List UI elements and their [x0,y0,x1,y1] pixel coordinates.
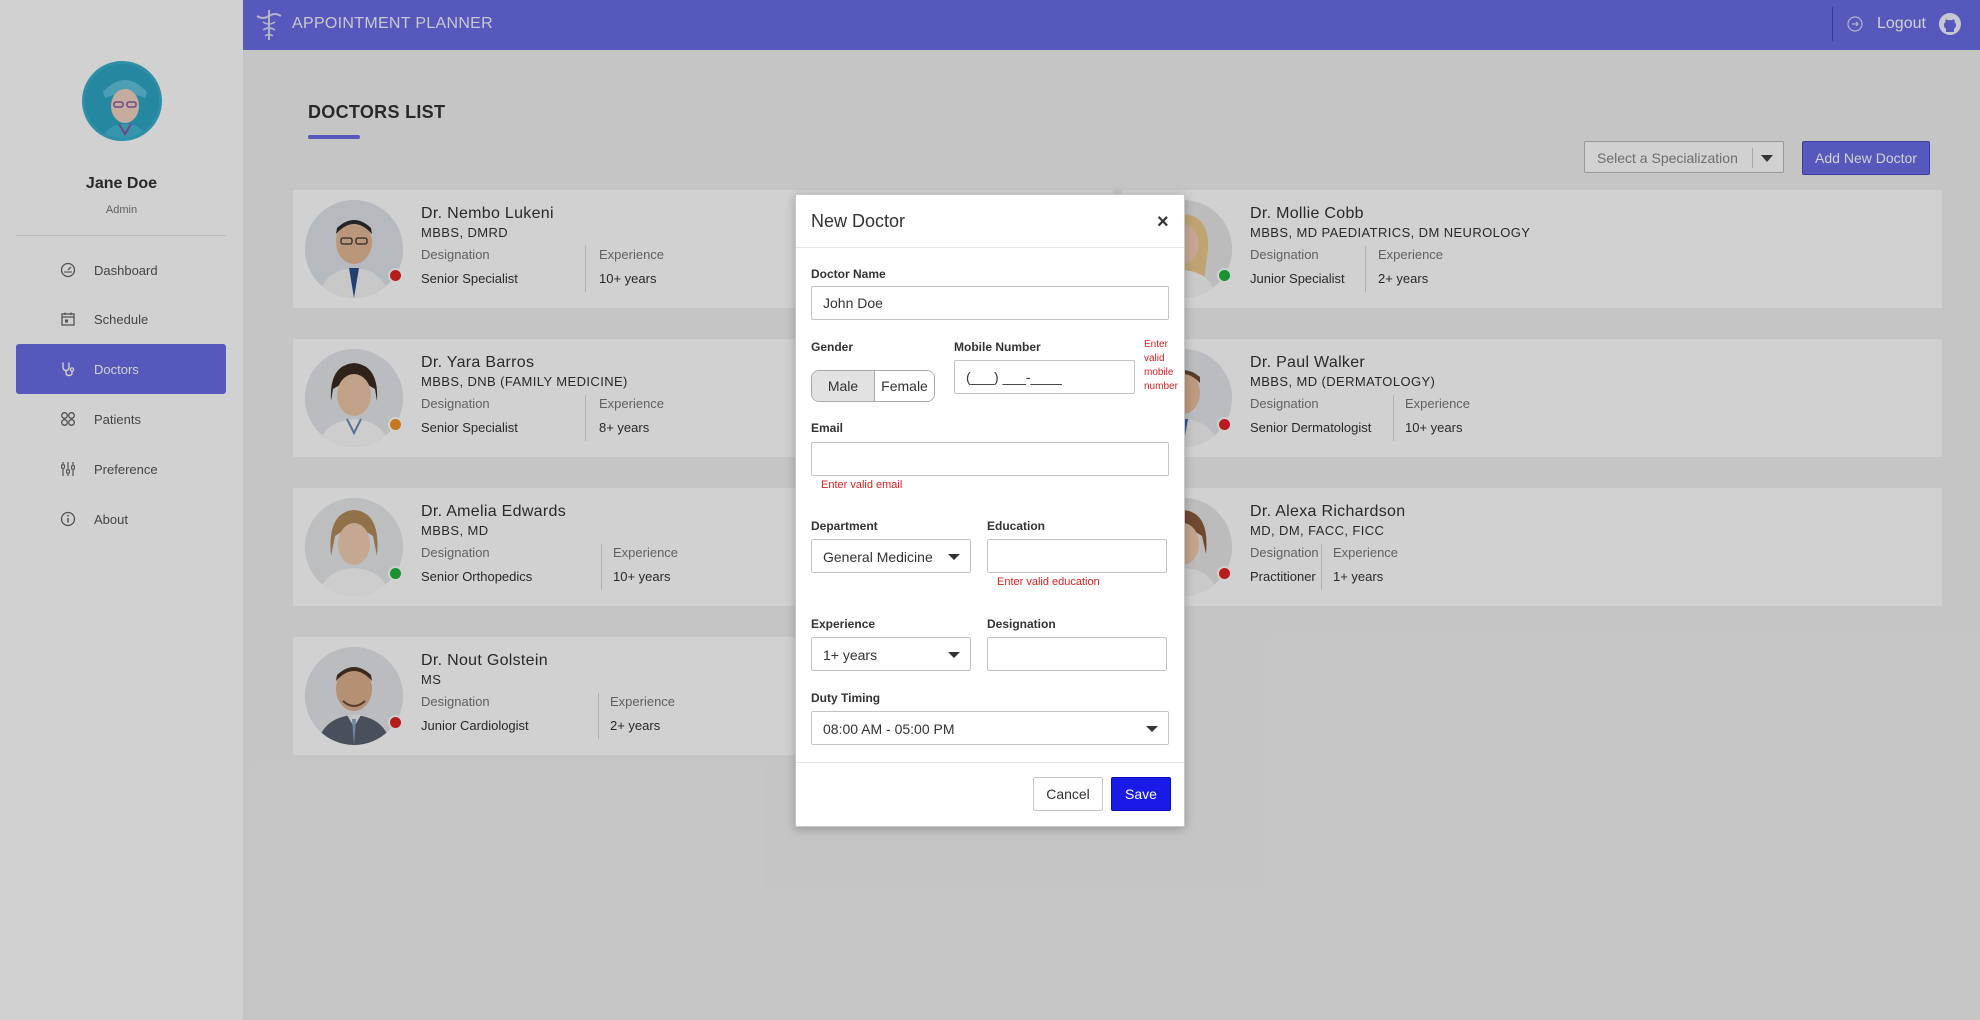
save-button[interactable]: Save [1111,777,1171,811]
experience-label: Experience [811,617,876,631]
gender-label: Gender [811,340,854,354]
mobile-number-field[interactable] [954,360,1135,394]
doctor-name-label: Doctor Name [811,267,886,281]
doctor-name-field[interactable] [811,286,1169,320]
education-field[interactable] [987,539,1167,573]
department-label: Department [811,519,878,533]
chevron-down-icon [948,652,960,658]
email-field[interactable] [811,442,1169,476]
gender-male-option[interactable]: Male [812,371,875,401]
email-label: Email [811,421,844,435]
education-label: Education [987,519,1046,533]
dialog-footer-divider [796,762,1184,763]
department-select[interactable]: General Medicine [811,539,971,573]
experience-select[interactable]: 1+ years [811,637,971,671]
email-error: Enter valid email [821,479,903,491]
new-doctor-dialog: New Doctor × Doctor Name Gender Male Fem… [795,194,1185,827]
designation-field[interactable] [987,637,1167,671]
dialog-title: New Doctor [811,211,906,231]
department-value: General Medicine [823,549,933,565]
education-error: Enter valid education [997,576,1100,588]
duty-timing-select[interactable]: 08:00 AM - 05:00 PM [811,711,1169,745]
mobile-number-error: Enter valid mobile number [1144,339,1178,392]
designation-label: Designation [987,617,1056,631]
experience-value: 1+ years [823,647,878,663]
duty-timing-value: 08:00 AM - 05:00 PM [823,721,955,737]
cancel-button[interactable]: Cancel [1033,777,1103,811]
mobile-number-label: Mobile Number [954,340,1041,354]
chevron-down-icon [948,554,960,560]
duty-timing-label: Duty Timing [811,691,881,705]
chevron-down-icon [1146,726,1158,732]
gender-female-option[interactable]: Female [875,371,934,401]
dialog-header-divider [796,247,1184,248]
gender-toggle: Male Female [811,370,935,402]
close-icon[interactable]: × [1157,211,1169,234]
